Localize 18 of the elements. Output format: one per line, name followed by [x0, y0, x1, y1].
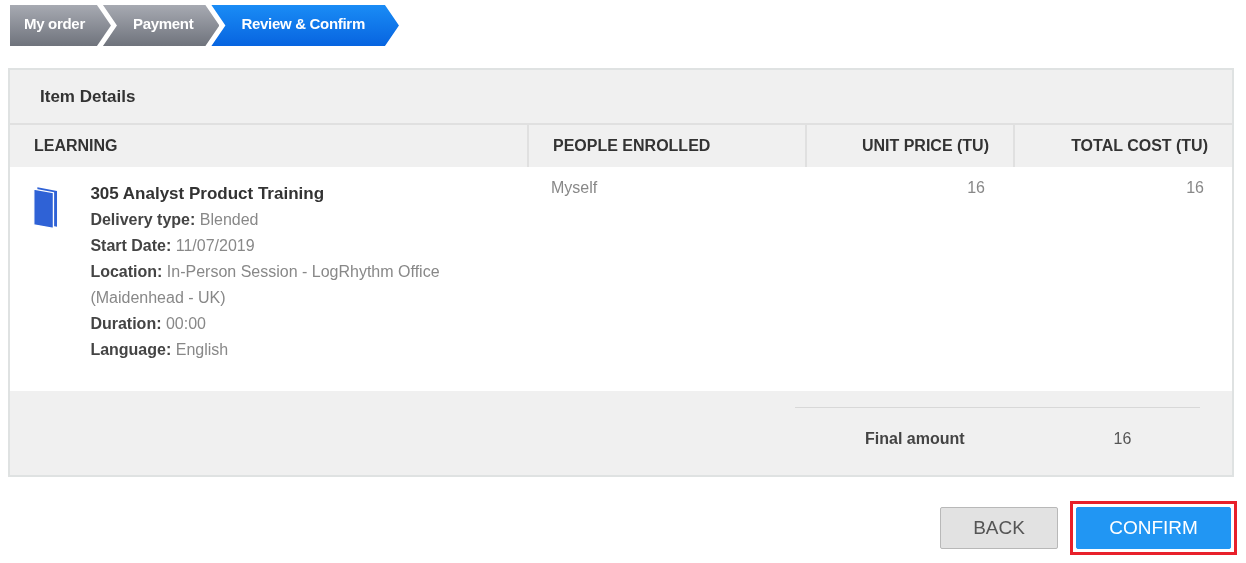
course-detail: Language: English [90, 340, 230, 360]
course-detail: Duration: 00:00 [90, 314, 207, 334]
final-amount-label: Final amount [865, 430, 965, 448]
column-header: LEARNING [33, 136, 119, 156]
unit-price: 16 [967, 179, 985, 196]
breadcrumb-step[interactable]: Payment [102, 5, 220, 46]
course-detail: Delivery type: Blended [90, 210, 260, 230]
breadcrumb-step[interactable]: Review & Confirm [211, 5, 399, 46]
course-detail: Start Date: 11/07/2019 [90, 236, 256, 256]
people-enrolled: Myself [551, 179, 598, 196]
course-detail: Location: In-Person Session - LogRhythm Office (Maidenhead - UK) [90, 262, 441, 308]
total-cost: 16 [1186, 179, 1204, 196]
breadcrumb-step[interactable]: My order [10, 5, 111, 46]
final-amount-value: 16 [1113, 430, 1132, 448]
back-button[interactable]: BACK [940, 507, 1058, 549]
course-title: 305 Analyst Product Training [90, 183, 326, 205]
confirm-button[interactable]: CONFIRM [1076, 507, 1231, 549]
panel-title: Item Details [40, 86, 136, 107]
